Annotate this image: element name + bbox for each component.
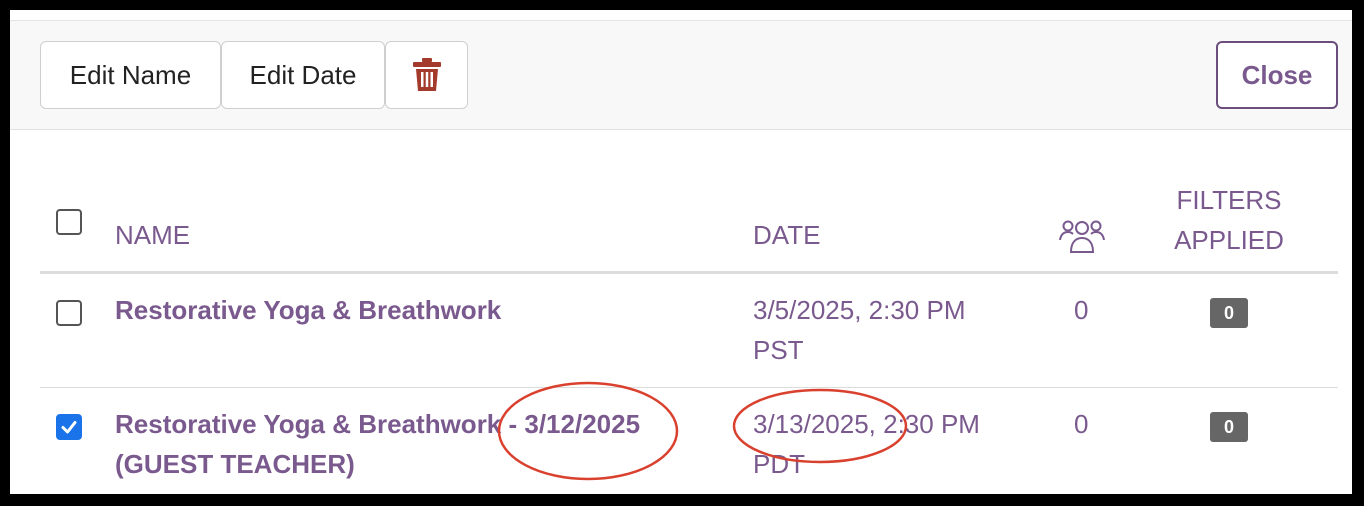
event-date-timezone: PST [753,335,804,365]
event-date-line1: 3/13/2025, 2:30 PM [753,409,980,439]
select-all-checkbox[interactable] [56,209,82,235]
event-name-link[interactable]: Restorative Yoga & Breathwork - 3/12/202… [115,404,715,484]
attendee-count: 0 [1074,409,1089,439]
row-checkbox-checked[interactable] [56,414,82,440]
event-panel: Edit Name Edit Date Close NAME DATE FILT… [10,10,1352,494]
filters-badge: 0 [1210,298,1248,328]
column-header-filters-applied[interactable]: FILTERS APPLIED [1160,180,1298,260]
event-name-line1: Restorative Yoga & Breathwork - 3/12/202… [115,409,641,439]
filters-header-line2: APPLIED [1174,225,1284,255]
people-icon [1059,220,1105,253]
trash-icon [412,58,441,91]
delete-button[interactable] [385,41,468,109]
row-divider [40,387,1338,388]
event-date-timezone: PDT [753,449,805,479]
toolbar: Edit Name Edit Date Close [10,21,1352,130]
attendee-count: 0 [1074,295,1089,325]
edit-name-button[interactable]: Edit Name [40,41,221,109]
row-checkbox[interactable] [56,300,82,326]
edit-date-button[interactable]: Edit Date [221,41,385,109]
filters-header-line1: FILTERS [1176,185,1282,215]
column-header-attendees [1058,216,1106,261]
close-button[interactable]: Close [1216,41,1338,109]
header-divider [40,271,1338,274]
event-date: 3/5/2025, 2:30 PM PST [753,290,1013,370]
filters-badge: 0 [1210,412,1248,442]
event-date-line1: 3/5/2025, 2:30 PM [753,295,966,325]
event-name-line2: (GUEST TEACHER) [115,449,355,479]
event-date: 3/13/2025, 2:30 PM PDT [753,404,1013,484]
column-header-date[interactable]: DATE [753,220,820,251]
column-header-name[interactable]: NAME [115,220,190,251]
checkmark-icon [61,421,77,434]
event-name-link[interactable]: Restorative Yoga & Breathwork [115,290,501,330]
